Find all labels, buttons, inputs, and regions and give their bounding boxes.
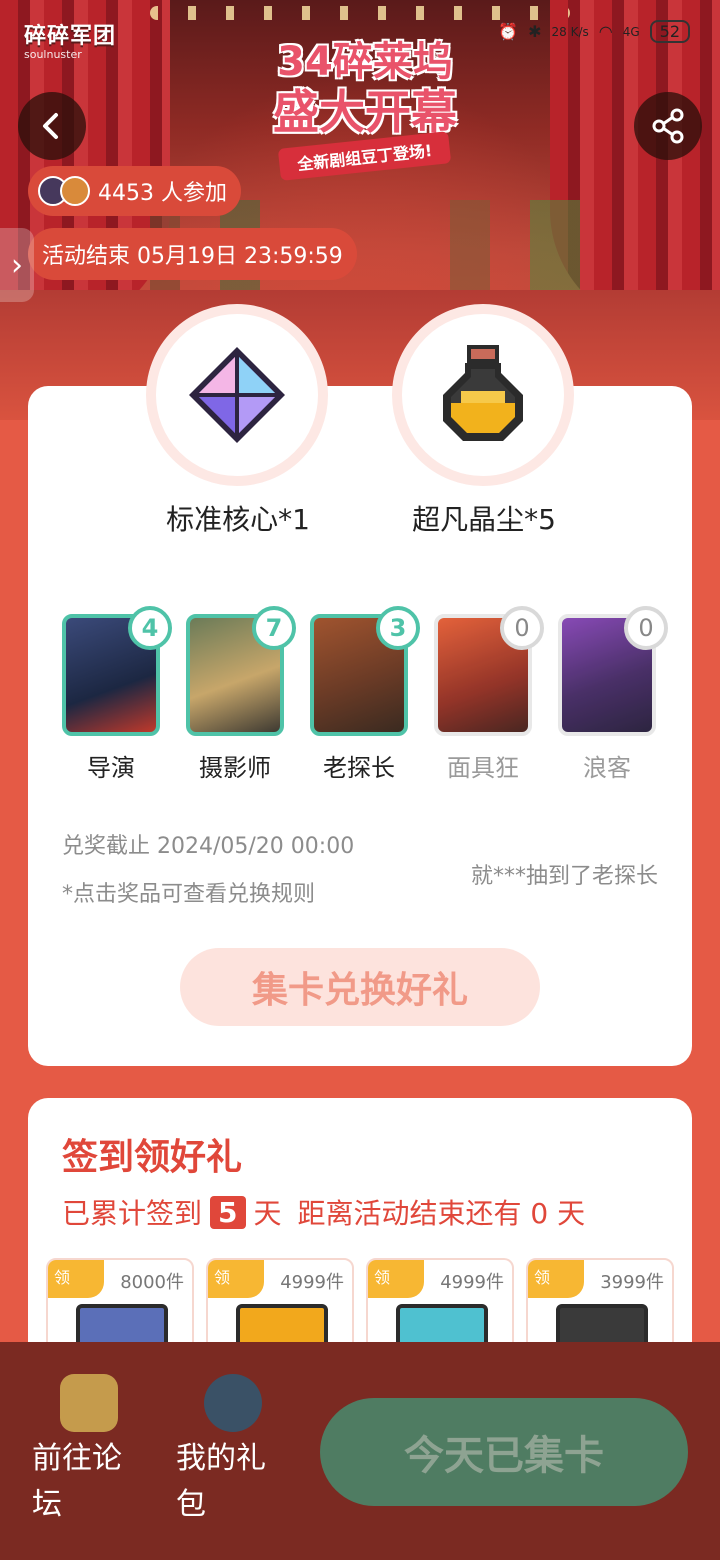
battery-indicator: 52 (649, 20, 690, 43)
wifi-icon: ◠ (598, 22, 613, 41)
prize-transcendent-dust[interactable] (392, 304, 574, 486)
signal-label: 4G (622, 24, 640, 39)
share-icon (652, 108, 684, 144)
forum-link[interactable]: 前往论坛 (32, 1374, 142, 1528)
event-end-time: 活动结束 05月19日 23:59:59 (28, 228, 357, 280)
chevron-left-icon (43, 113, 58, 139)
rules-hint: *点击奖品可查看兑换规则 (62, 882, 316, 907)
winner-ticker: 就***抽到了老探长 (470, 864, 658, 889)
redeem-gifts-button[interactable]: 集卡兑换好礼 (180, 948, 540, 1026)
signin-days-unit: 天 (253, 1197, 282, 1230)
character-card-photographer[interactable]: 7 摄影师 (186, 606, 296, 783)
signin-remaining: 距离活动结束还有 0 天 (297, 1197, 586, 1230)
today-collected-button[interactable]: 今天已集卡 (320, 1398, 688, 1506)
character-name: 老探长 (323, 754, 395, 782)
card-count-badge: 4 (128, 606, 172, 650)
gift-stock: 4999件 (440, 1272, 504, 1293)
participant-count: 4453 人参加 (98, 181, 227, 206)
event-title: 34碎莱坞 盛大开幕 全新剧组豆丁登场! (220, 38, 510, 181)
event-title-line1: 34碎莱坞 (277, 39, 453, 85)
forum-label: 前往论坛 (32, 1441, 122, 1522)
stage-lights (150, 6, 570, 20)
character-name: 浪客 (583, 754, 631, 782)
my-gifts-label: 我的礼包 (176, 1441, 266, 1522)
back-button[interactable] (18, 92, 86, 160)
card-count-badge: 3 (376, 606, 420, 650)
side-drawer-tab[interactable]: › (0, 228, 34, 302)
card-count-badge: 0 (624, 606, 668, 650)
gift-stock: 8000件 (120, 1272, 184, 1293)
prize-label: 标准核心*1 (166, 503, 310, 536)
redeem-deadline: 兑奖截止 2024/05/20 00:00 (62, 834, 355, 859)
share-button[interactable] (634, 92, 702, 160)
avatar (60, 176, 90, 206)
signin-gifts-row: 领 8000件 领 4999件 领 4999件 领 3999件 (46, 1258, 674, 1368)
card-count-badge: 7 (252, 606, 296, 650)
participants-pill: 4453 人参加 (28, 166, 241, 216)
prize-standard-core[interactable] (146, 304, 328, 486)
my-gifts-link[interactable]: 我的礼包 (176, 1374, 286, 1528)
bluetooth-icon: ✱ (528, 22, 542, 41)
status-bar: ⏰ ✱ 28 K/s ◠ 4G 52 (498, 20, 690, 43)
gift-bag-icon (204, 1374, 262, 1432)
character-card-detective[interactable]: 3 老探长 (310, 606, 420, 783)
claim-tag: 领 (368, 1260, 424, 1298)
forum-app-icon (60, 1374, 118, 1432)
signin-title: 签到领好礼 (62, 1137, 243, 1178)
character-card-ronin[interactable]: 0 浪客 (558, 606, 668, 783)
signin-prefix: 已累计签到 (62, 1197, 203, 1230)
character-card-director[interactable]: 4 导演 (62, 606, 172, 783)
character-name: 导演 (87, 754, 135, 782)
card-count-badge: 0 (500, 606, 544, 650)
claim-tag: 领 (528, 1260, 584, 1298)
signin-progress: 已累计签到 5 天 距离活动结束还有 0 天 (62, 1192, 585, 1232)
character-cards-row: 4 导演 7 摄影师 3 老探长 0 面具狂 0 浪客 (60, 606, 672, 788)
claim-tag: 领 (208, 1260, 264, 1298)
crystal-core-icon (189, 347, 285, 443)
signin-days-badge: 5 (210, 1195, 246, 1229)
claim-tag: 领 (48, 1260, 104, 1298)
golden-potion-icon (443, 345, 523, 441)
prize-label: 超凡晶尘*5 (412, 503, 556, 536)
character-name: 摄影师 (199, 754, 271, 782)
character-card-mask-maniac[interactable]: 0 面具狂 (434, 606, 544, 783)
gift-stock: 3999件 (600, 1272, 664, 1293)
event-title-line2: 盛大开幕 (273, 85, 457, 139)
participant-avatars (38, 176, 90, 206)
brand-logo: 碎碎军团 (24, 24, 117, 49)
character-name: 面具狂 (447, 754, 519, 782)
brand-subtitle: soulnuster (24, 48, 82, 61)
net-speed: 28 K/s (551, 24, 589, 39)
gift-stock: 4999件 (280, 1272, 344, 1293)
